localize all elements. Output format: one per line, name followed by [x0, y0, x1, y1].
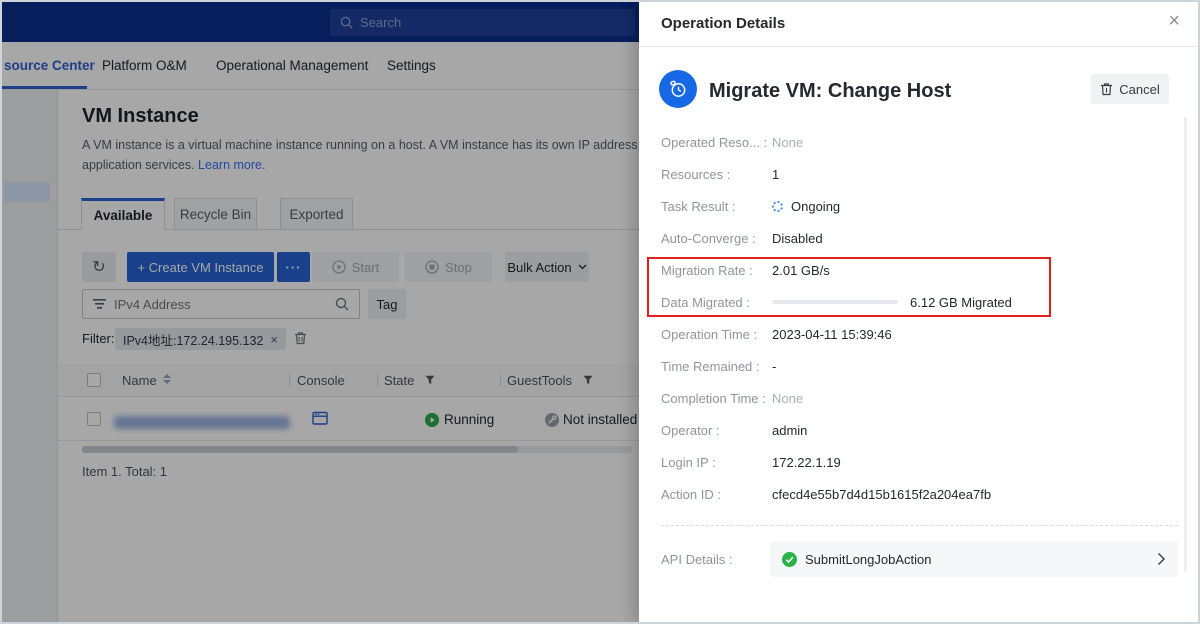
- loading-spinner-icon: [772, 201, 783, 212]
- chevron-right-icon[interactable]: [1157, 552, 1166, 566]
- background-page: Search source Center Platform O&M Operat…: [2, 2, 639, 622]
- field-value: 172.22.1.19: [772, 455, 841, 470]
- field-value: cfecd4e55b7d4d15b1615f2a204ea7fb: [772, 487, 991, 502]
- trash-icon: [1100, 82, 1113, 96]
- cancel-button[interactable]: Cancel: [1091, 74, 1169, 104]
- field-row: Resources :1: [661, 158, 1177, 190]
- stopwatch-icon: [667, 78, 689, 100]
- panel-title: Operation Details: [661, 15, 785, 32]
- field-row: Data Migrated : 6.12 GB Migrated: [661, 286, 1177, 318]
- field-label: Migration Rate :: [661, 263, 772, 278]
- field-label: Auto-Converge :: [661, 231, 772, 246]
- field-row: Task Result : Ongoing: [661, 190, 1177, 222]
- field-label: Time Remained :: [661, 359, 772, 374]
- close-icon[interactable]: ×: [1168, 11, 1180, 31]
- field-value: 2023-04-11 15:39:46: [772, 327, 892, 342]
- dashed-divider: [661, 525, 1178, 526]
- field-value: 6.12 GB Migrated: [910, 295, 1012, 310]
- field-label: Action ID :: [661, 487, 772, 502]
- field-value: admin: [772, 423, 807, 438]
- field-value: 1: [772, 167, 779, 182]
- api-action-name: SubmitLongJobAction: [805, 552, 931, 567]
- success-check-icon: [782, 552, 797, 567]
- field-row: Migration Rate :2.01 GB/s: [661, 254, 1177, 286]
- field-row: Completion Time :None: [661, 382, 1177, 414]
- field-value: -: [772, 359, 776, 374]
- field-row: Operated Reso... :None: [661, 126, 1177, 158]
- field-row: Operation Time :2023-04-11 15:39:46: [661, 318, 1177, 350]
- panel-header: Operation Details ×: [639, 2, 1200, 47]
- api-details-label: API Details :: [661, 552, 733, 567]
- operation-title: Migrate VM: Change Host: [709, 80, 951, 103]
- field-value: Disabled: [772, 231, 823, 246]
- field-label: Login IP :: [661, 455, 772, 470]
- field-label: Data Migrated :: [661, 295, 772, 310]
- field-label: Resources :: [661, 167, 772, 182]
- field-label: Task Result :: [661, 199, 772, 214]
- migration-task-icon: [659, 70, 697, 108]
- field-row: Login IP :172.22.1.19: [661, 446, 1177, 478]
- field-row: Action ID :cfecd4e55b7d4d15b1615f2a204ea…: [661, 478, 1177, 510]
- field-value: Ongoing: [791, 199, 840, 214]
- field-label: Operator :: [661, 423, 772, 438]
- api-details-row[interactable]: SubmitLongJobAction: [770, 541, 1178, 577]
- app-window: Search source Center Platform O&M Operat…: [0, 0, 1200, 624]
- field-value: 2.01 GB/s: [772, 263, 830, 278]
- field-row: Operator :admin: [661, 414, 1177, 446]
- operation-details-panel: Operation Details × Migrate VM: Change H…: [639, 2, 1200, 622]
- field-label: Operated Reso... :: [661, 135, 772, 150]
- migration-progress-bar: [772, 300, 898, 304]
- field-row: Auto-Converge :Disabled: [661, 222, 1177, 254]
- detail-fields: Operated Reso... :NoneResources :1Task R…: [661, 126, 1177, 510]
- field-row: Time Remained :-: [661, 350, 1177, 382]
- field-label: Operation Time :: [661, 327, 772, 342]
- panel-scrollbar[interactable]: [1184, 117, 1187, 572]
- field-value: None: [772, 391, 803, 406]
- field-value: None: [772, 135, 803, 150]
- field-label: Completion Time :: [661, 391, 772, 406]
- modal-dim-overlay: [2, 2, 639, 622]
